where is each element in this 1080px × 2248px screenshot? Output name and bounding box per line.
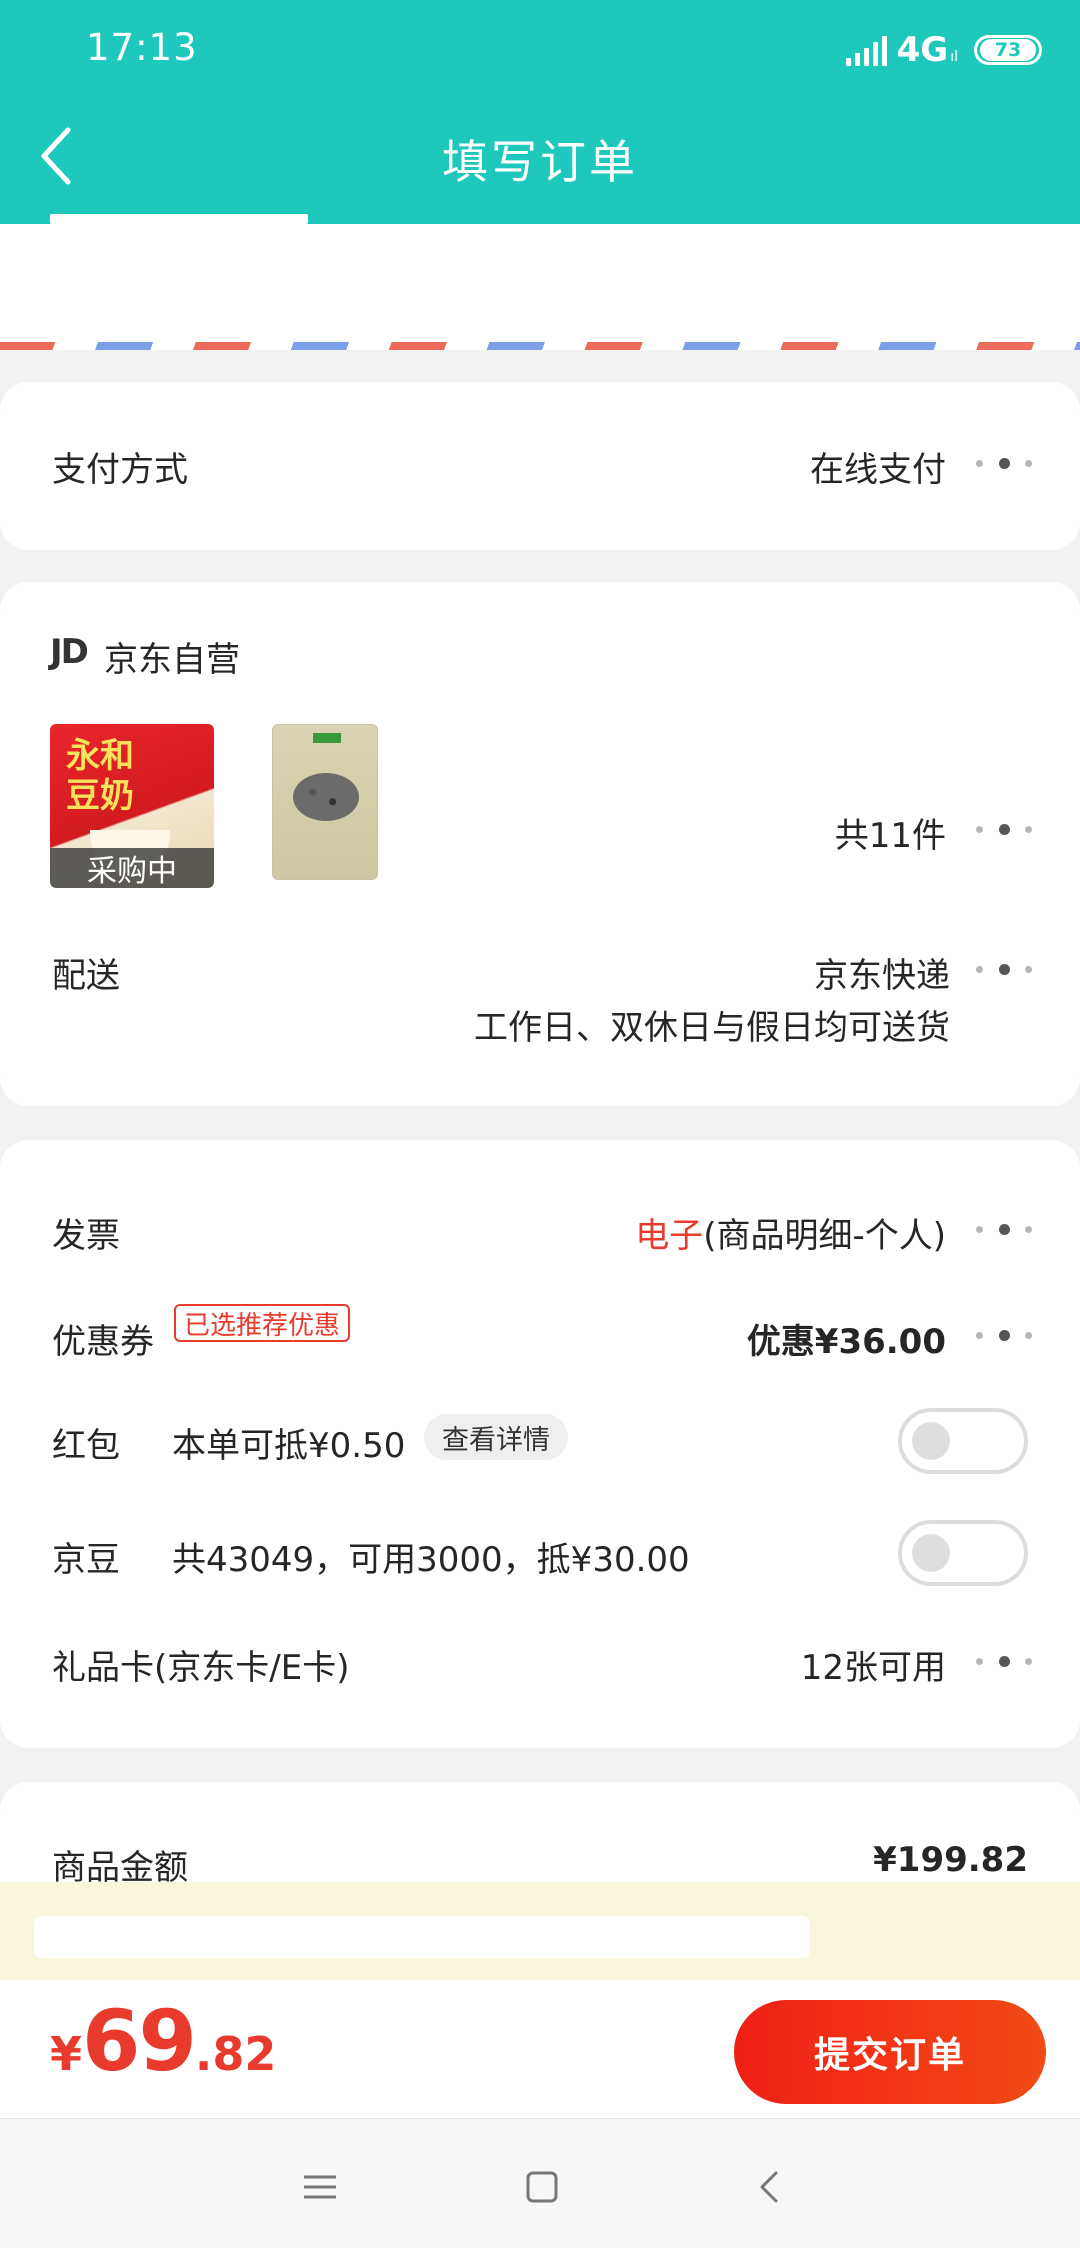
- system-nav-bar: [0, 2118, 1080, 2248]
- item-count: 共11件: [834, 816, 946, 856]
- redpacket-detail-button[interactable]: 查看详情: [424, 1414, 568, 1460]
- more-dots-icon[interactable]: [976, 456, 1032, 470]
- more-dots-icon[interactable]: [976, 962, 1032, 976]
- giftcard-label: 礼品卡(京东卡/E卡): [52, 1648, 350, 1688]
- invoice-type: 电子: [635, 1216, 704, 1256]
- store-card: JD 京东自营 永和豆奶 采购中 共11件 配送 京东快递 工作日、双休日与假日…: [0, 582, 1080, 1106]
- payment-card[interactable]: 支付方式 在线支付: [0, 382, 1080, 550]
- status-indicators: 4G ıl 73: [845, 30, 1042, 70]
- battery-icon: 73: [974, 35, 1042, 65]
- battery-level: 73: [980, 39, 1036, 61]
- jingdou-text: 共43049，可用3000，抵¥30.00: [172, 1540, 690, 1580]
- delivery-note: 工作日、双休日与假日均可送货: [474, 1008, 950, 1048]
- network-type: 4G: [896, 30, 949, 70]
- delivery-value[interactable]: 京东快递: [814, 948, 950, 997]
- more-dots-icon[interactable]: [976, 1222, 1032, 1236]
- giftcard-value[interactable]: 12张可用: [801, 1640, 946, 1689]
- address-tab-indicator: [50, 214, 308, 224]
- network-activity: ıl: [950, 49, 958, 65]
- header-bar: 17:13 4G ıl 73 填写订单: [0, 0, 1080, 224]
- store-name: 京东自营: [104, 640, 240, 680]
- address-section[interactable]: [0, 224, 1080, 350]
- pay-bar: ¥69.82 提交订单: [0, 1980, 1080, 2118]
- redpacket-toggle[interactable]: [898, 1408, 1028, 1474]
- page-title: 填写订单: [442, 135, 638, 189]
- invoice-detail: (商品明细-个人): [703, 1216, 946, 1256]
- jingdou-toggle[interactable]: [898, 1520, 1028, 1586]
- nav-back-icon[interactable]: [750, 2167, 790, 2207]
- redpacket-text: 本单可抵¥0.50: [172, 1426, 406, 1466]
- status-time: 17:13: [86, 26, 198, 69]
- more-dots-icon[interactable]: [976, 1654, 1032, 1668]
- menu-icon[interactable]: [300, 2167, 340, 2207]
- notice-bar: [0, 1882, 1080, 1980]
- coupon-tag: 已选推荐优惠: [174, 1304, 351, 1342]
- product-image-seeds[interactable]: [272, 724, 378, 880]
- purchase-badge: 采购中: [50, 848, 214, 888]
- product-image-milk[interactable]: 永和豆奶 采购中: [50, 724, 214, 888]
- invoice-value[interactable]: 电子(商品明细-个人): [635, 1208, 946, 1257]
- signal-icon: [845, 34, 887, 66]
- jd-logo: JD: [50, 632, 89, 672]
- goods-amount-value: ¥199.82: [873, 1840, 1028, 1880]
- payment-value: 在线支付: [810, 450, 946, 490]
- total-price: ¥69.82: [50, 1992, 277, 2090]
- coupon-label: 优惠券: [52, 1322, 154, 1362]
- more-dots-icon[interactable]: [976, 1328, 1032, 1342]
- extras-card: 发票 电子(商品明细-个人) 优惠券 已选推荐优惠 优惠¥36.00 红包 本单…: [0, 1140, 1080, 1748]
- jingdou-label: 京豆: [52, 1540, 120, 1580]
- redpacket-label: 红包: [52, 1426, 120, 1466]
- payment-label: 支付方式: [52, 450, 188, 490]
- home-square-icon[interactable]: [522, 2167, 562, 2207]
- notice-text-mask: [34, 1916, 810, 1958]
- delivery-label: 配送: [52, 956, 120, 996]
- submit-order-button[interactable]: 提交订单: [734, 2000, 1046, 2104]
- invoice-label: 发票: [52, 1216, 120, 1256]
- airmail-border: [0, 342, 1080, 350]
- more-dots-icon[interactable]: [976, 822, 1032, 836]
- coupon-value[interactable]: 优惠¥36.00: [747, 1314, 946, 1363]
